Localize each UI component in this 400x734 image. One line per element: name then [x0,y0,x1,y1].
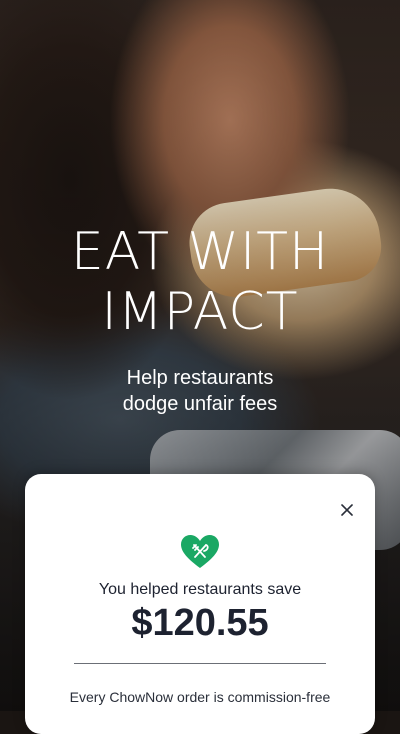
hero-headline-line-2: IMPACT [101,282,299,342]
hero-subheadline-line-1: Help restaurants [126,367,274,389]
savings-amount: $120.55 [131,602,269,644]
hero-headline: EAT WITH IMPACT [0,222,400,342]
close-icon [341,504,353,516]
savings-card: You helped restaurants save $120.55 Ever… [25,474,375,734]
heart-fork-knife-icon [181,535,219,568]
commission-free-text: Every ChowNow order is commission-free [69,689,331,705]
hero-headline-line-1: EAT WITH [70,222,330,282]
savings-label: You helped restaurants save [98,581,302,598]
close-button[interactable] [337,500,357,520]
hero-subheadline-line-2: dodge unfair fees [122,393,278,415]
hero-subheadline: Help restaurants dodge unfair fees [0,365,400,417]
divider [74,663,326,664]
